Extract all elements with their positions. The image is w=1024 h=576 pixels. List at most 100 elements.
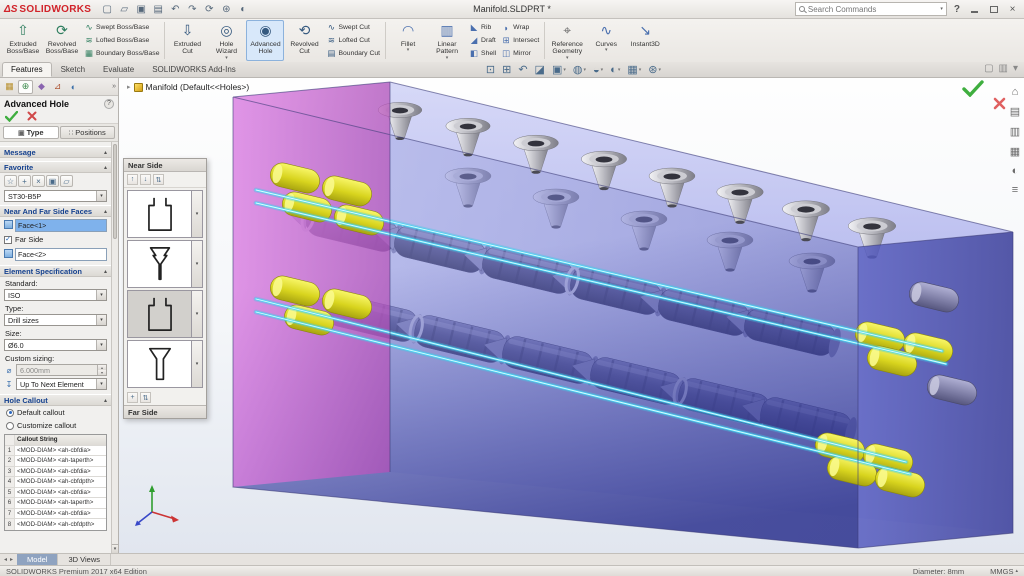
reference-geometry-button[interactable]: ⌖ReferenceGeometry▾ <box>548 20 586 61</box>
minimize-icon[interactable] <box>967 3 982 16</box>
hide-show-items-button[interactable]: ◒▾ <box>593 63 603 77</box>
restore-icon[interactable] <box>986 3 1001 16</box>
standard-select[interactable]: ISO ▾ <box>4 289 107 301</box>
rebuild-icon[interactable]: ⟳ <box>201 2 217 17</box>
pm-cancel-button[interactable] <box>27 111 37 121</box>
apply-scene-button[interactable]: ▦▾ <box>627 63 641 77</box>
revolved-cut-button[interactable]: ⟲RevolvedCut <box>285 20 323 61</box>
callout-row[interactable]: 1<MOD-DIAM> <ah-cbfdia> <box>5 446 106 457</box>
delete-favorite-icon[interactable]: × <box>32 175 45 187</box>
tab-nav-left-icon[interactable]: ◂ <box>4 556 7 563</box>
add-element-icon[interactable]: + <box>127 392 138 403</box>
flip-direction-icon[interactable]: ⇅ <box>153 174 164 185</box>
counterbore-thumbnail[interactable] <box>127 190 192 238</box>
near-side-header[interactable]: Near Side <box>124 159 206 172</box>
tab-sketch[interactable]: Sketch <box>52 62 94 77</box>
solidworks-logo[interactable]: ΔS SOLIDWORKS <box>4 4 91 15</box>
section-near-far-faces[interactable]: Near And Far Side Faces ▴ <box>0 205 111 217</box>
hole-type-select[interactable]: Drill sizes ▾ <box>4 314 107 326</box>
dimxpertmanager-tab[interactable]: ⊿ <box>50 80 65 94</box>
wrap-button[interactable]: ◗Wrap <box>501 23 539 33</box>
file-explorer-icon[interactable]: ▥ <box>1010 125 1020 138</box>
display-style-button[interactable]: ◍▾ <box>573 63 586 77</box>
selected-face-item[interactable]: Face<1> <box>16 220 106 231</box>
linear-pattern-button[interactable]: ▥LinearPattern▾ <box>428 20 466 61</box>
confirm-ok-icon[interactable] <box>962 80 984 97</box>
spin-down-icon[interactable]: ▾ <box>98 370 106 375</box>
custom-properties-icon[interactable]: ≡ <box>1012 184 1018 196</box>
reverse-icon[interactable]: ⇅ <box>140 392 151 403</box>
new-icon[interactable]: ▢ <box>99 2 115 17</box>
view-orientation-button[interactable]: ▣▾ <box>552 63 566 77</box>
callout-row[interactable]: 4<MOD-DIAM> <ah-cbfdpth> <box>5 477 106 488</box>
resources-icon[interactable]: ⌂ <box>1012 86 1019 98</box>
help-icon[interactable]: ? <box>951 4 963 15</box>
tab-features[interactable]: Features <box>2 62 52 77</box>
no-favorite-icon[interactable]: ☆ <box>4 175 17 187</box>
element-dropdown-icon[interactable]: ▾ <box>192 290 203 338</box>
save-icon[interactable]: ▣ <box>133 2 149 17</box>
dropdown-arrow-icon[interactable]: ▾ <box>605 48 608 53</box>
search-input[interactable] <box>808 5 937 14</box>
face-item[interactable]: Face<2> <box>16 249 106 260</box>
counterbore-thumbnail[interactable] <box>127 290 192 338</box>
near-face-list[interactable]: Face<1> <box>15 219 107 232</box>
scrollbar-thumb[interactable] <box>113 144 117 239</box>
displaymanager-tab[interactable]: ◐ <box>66 80 81 94</box>
expand-tree-icon[interactable]: ▸ <box>127 83 131 91</box>
3d-scene[interactable] <box>119 78 1024 553</box>
pm-ok-button[interactable] <box>5 111 18 122</box>
lofted-boss-base-button[interactable]: ≋Lofted Boss/Base <box>84 35 159 46</box>
pm-tabs-overflow-icon[interactable]: » <box>112 83 116 90</box>
featuremanager-tab[interactable]: ▦ <box>2 80 17 94</box>
section-element-specification[interactable]: Element Specification ▴ <box>0 265 111 277</box>
view-palette-icon[interactable]: ▦ <box>1010 145 1020 158</box>
zoom-fit-button[interactable]: ⊡ <box>486 63 495 77</box>
add-favorite-icon[interactable]: + <box>18 175 31 187</box>
countersink-thumbnail[interactable] <box>127 340 192 388</box>
appearance-icon[interactable]: ◐ <box>235 2 251 17</box>
hole-element-4[interactable]: ▾ <box>127 340 203 388</box>
element-dropdown-icon[interactable]: ▾ <box>192 190 203 238</box>
dropdown-arrow-icon[interactable]: ▾ <box>407 48 410 53</box>
customize-callout-radio[interactable]: Customize callout <box>0 419 111 432</box>
undo-icon[interactable]: ↶ <box>167 2 183 17</box>
hole-element-1[interactable]: ▾ <box>127 190 203 238</box>
hole-element-2[interactable]: ▾ <box>127 240 203 288</box>
tab-3d-views[interactable]: 3D Views <box>58 554 111 565</box>
mirror-button[interactable]: ◫Mirror <box>501 48 539 59</box>
swept-boss-base-button[interactable]: ∿Swept Boss/Base <box>84 22 159 33</box>
boundary-boss-base-button[interactable]: ▦Boundary Boss/Base <box>84 48 159 59</box>
hole-wizard-button[interactable]: ◎HoleWizard▾ <box>207 20 245 61</box>
print-icon[interactable]: ▤ <box>150 2 166 17</box>
advanced-hole-button[interactable]: ◉AdvancedHole <box>246 20 284 61</box>
collapse-ribbon-icon[interactable]: ▾ <box>1013 63 1018 74</box>
far-side-checkbox[interactable]: ✓ Far Side <box>0 233 111 246</box>
callout-row[interactable]: 8<MOD-DIAM> <ah-cbfdpth> <box>5 519 106 530</box>
redo-icon[interactable]: ↷ <box>184 2 200 17</box>
curves-button[interactable]: ∿Curves▾ <box>587 20 625 61</box>
swept-cut-button[interactable]: ∿Swept Cut <box>326 22 380 33</box>
section-view-button[interactable]: ◪ <box>535 63 545 77</box>
unit-system[interactable]: MMGS ▴ <box>990 567 1018 576</box>
far-side-header[interactable]: Far Side <box>124 405 206 418</box>
draft-button[interactable]: ◢Draft <box>469 35 496 46</box>
favorite-select[interactable]: ST30-B5P ▾ <box>4 190 107 202</box>
revolved-boss-base-button[interactable]: ⟳RevolvedBoss/Base <box>43 20 81 61</box>
close-icon[interactable]: × <box>1005 3 1020 16</box>
section-message[interactable]: Message ▴ <box>0 146 111 158</box>
instant3d-button[interactable]: ↘Instant3D <box>626 20 664 61</box>
fillet-button[interactable]: ◠Fillet▾ <box>389 20 427 61</box>
boundary-cut-button[interactable]: ▤Boundary Cut <box>326 48 380 59</box>
dropdown-arrow-icon[interactable]: ▾ <box>446 56 449 61</box>
shell-button[interactable]: ◧Shell <box>469 48 496 59</box>
section-hole-callout[interactable]: Hole Callout ▴ <box>0 394 111 406</box>
element-dropdown-icon[interactable]: ▾ <box>192 340 203 388</box>
tab-positions[interactable]: ∷ Positions <box>60 126 116 139</box>
rib-button[interactable]: ◣Rib <box>469 22 496 33</box>
help-icon[interactable]: ? <box>104 99 114 109</box>
hole-element-3[interactable]: ▾ <box>127 290 203 338</box>
extruded-boss-base-button[interactable]: ⇧ExtrudedBoss/Base <box>4 20 42 61</box>
edit-appearance-button[interactable]: ◐▾ <box>610 63 620 77</box>
search-dropdown-icon[interactable]: ▾ <box>940 6 943 12</box>
